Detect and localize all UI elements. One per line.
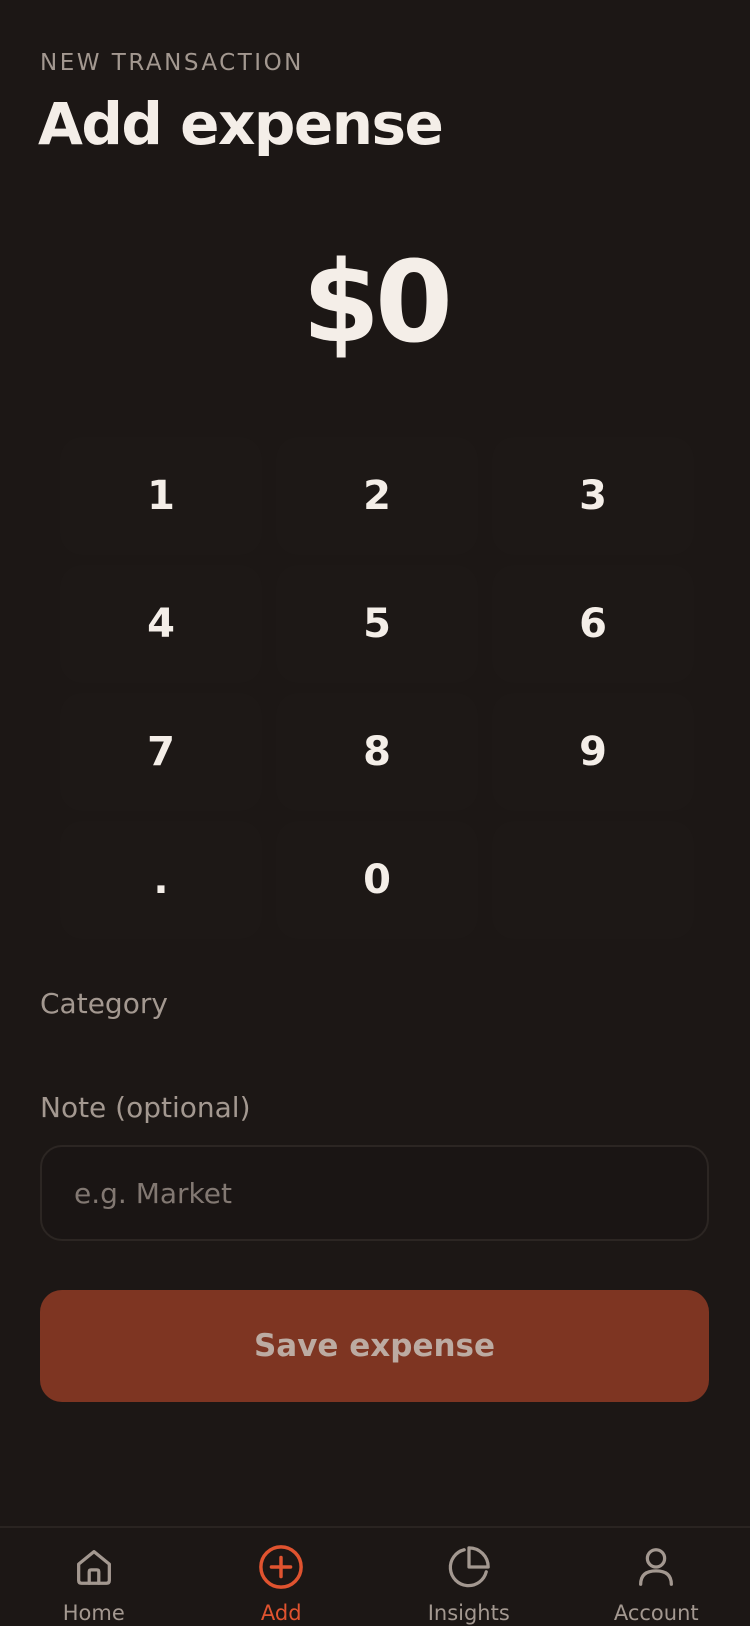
note-input[interactable] (40, 1145, 709, 1241)
tab-account[interactable]: Account (563, 1528, 750, 1626)
keypad-key-3[interactable]: 3 (492, 437, 694, 555)
keypad-key-decimal[interactable]: . (60, 821, 262, 939)
tab-account-label: Account (614, 1600, 699, 1626)
tab-insights-label: Insights (428, 1600, 510, 1626)
keypad-key-6[interactable]: 6 (492, 565, 694, 683)
note-label: Note (optional) (40, 1091, 251, 1125)
tab-insights[interactable]: Insights (375, 1528, 563, 1626)
tab-add-label: Add (261, 1600, 302, 1626)
section-eyebrow: NEW TRANSACTION (40, 49, 304, 77)
page-title: Add expense (38, 88, 442, 160)
bottom-tab-bar: Home Add Insights Account (0, 1526, 750, 1626)
numeric-keypad: 1 2 3 4 5 6 7 8 9 . 0 (60, 437, 694, 939)
keypad-key-9[interactable]: 9 (492, 693, 694, 811)
amount-display: $0 (0, 238, 750, 368)
keypad-key-1[interactable]: 1 (60, 437, 262, 555)
keypad-key-blank (492, 821, 694, 939)
keypad-key-8[interactable]: 8 (276, 693, 478, 811)
tab-home-label: Home (63, 1600, 125, 1626)
keypad-key-5[interactable]: 5 (276, 565, 478, 683)
plus-circle-icon (257, 1544, 305, 1590)
tab-home[interactable]: Home (0, 1528, 188, 1626)
tab-add[interactable]: Add (188, 1528, 376, 1626)
save-expense-button[interactable]: Save expense (40, 1290, 709, 1402)
home-icon (70, 1544, 118, 1590)
keypad-key-0[interactable]: 0 (276, 821, 478, 939)
pie-chart-icon (445, 1544, 493, 1590)
keypad-key-4[interactable]: 4 (60, 565, 262, 683)
keypad-key-2[interactable]: 2 (276, 437, 478, 555)
keypad-key-7[interactable]: 7 (60, 693, 262, 811)
category-label: Category (40, 987, 168, 1021)
user-icon (632, 1544, 680, 1590)
